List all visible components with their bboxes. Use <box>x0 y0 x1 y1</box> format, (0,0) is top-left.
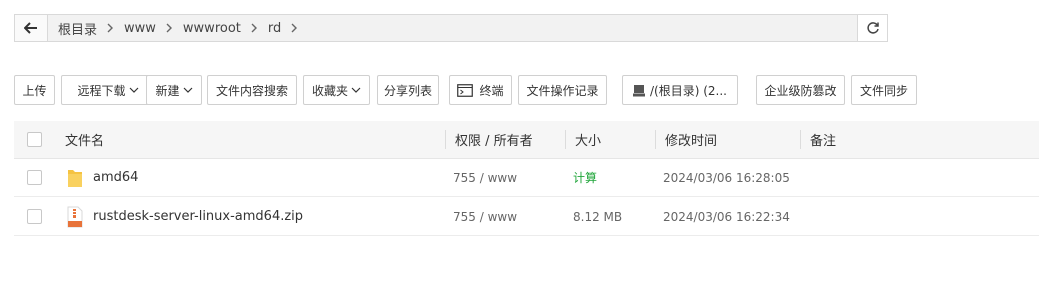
arrow-left-icon <box>24 22 37 34</box>
terminal-button[interactable]: 终端 <box>449 75 512 105</box>
remote-download-button[interactable]: 远程下载 <box>61 75 155 105</box>
content-search-button[interactable]: 文件内容搜索 <box>207 75 297 105</box>
file-name[interactable]: amd64 <box>93 158 138 197</box>
column-divider <box>445 130 446 149</box>
path-bar: 根目录 www wwwroot rd <box>14 14 888 42</box>
file-modified-time: 2024/03/06 16:22:34 <box>663 209 790 224</box>
column-header-size[interactable]: 大小 <box>575 121 601 158</box>
select-all-checkbox[interactable] <box>27 132 42 147</box>
breadcrumb-item-wwwroot[interactable]: wwwroot <box>183 21 241 36</box>
chevron-down-icon <box>129 87 139 93</box>
back-button[interactable] <box>15 15 48 41</box>
column-header-name[interactable]: 文件名 <box>65 121 104 158</box>
column-divider <box>565 130 566 149</box>
chevron-right-icon <box>166 23 173 33</box>
new-button[interactable]: 新建 <box>146 75 202 105</box>
zip-file-icon <box>66 197 84 236</box>
chevron-right-icon <box>107 23 114 33</box>
column-header-modified[interactable]: 修改时间 <box>665 121 717 158</box>
calculate-size-link[interactable]: 计算 <box>573 158 597 197</box>
chevron-down-icon <box>183 87 193 93</box>
file-log-button[interactable]: 文件操作记录 <box>518 75 607 105</box>
column-divider <box>655 130 656 149</box>
refresh-icon <box>866 22 879 34</box>
breadcrumb-item-rd[interactable]: rd <box>268 21 281 36</box>
chevron-down-icon <box>351 87 361 93</box>
file-permission[interactable]: 755 / www <box>453 197 517 236</box>
disk-icon <box>633 84 645 97</box>
row-checkbox[interactable] <box>27 170 42 185</box>
column-divider <box>800 130 801 149</box>
breadcrumb-item-root[interactable]: 根目录 <box>58 19 97 38</box>
file-name[interactable]: rustdesk-server-linux-amd64.zip <box>93 197 303 236</box>
terminal-icon <box>457 83 474 97</box>
table-row[interactable]: amd64 755 / www 计算 2024/03/06 16:28:05 <box>14 158 1039 197</box>
file-modified-time: 2024/03/06 16:28:05 <box>663 170 790 185</box>
upload-button[interactable]: 上传 <box>14 75 55 105</box>
breadcrumb-item-www[interactable]: www <box>124 21 156 36</box>
table-header: 文件名 权限 / 所有者 大小 修改时间 备注 <box>14 121 1039 159</box>
favorites-button[interactable]: 收藏夹 <box>303 75 370 105</box>
row-checkbox[interactable] <box>27 209 42 224</box>
chevron-right-icon[interactable] <box>291 23 298 33</box>
column-header-note: 备注 <box>810 134 837 149</box>
breadcrumb: 根目录 www wwwroot rd <box>48 15 857 41</box>
share-list-button[interactable]: 分享列表 <box>377 75 439 105</box>
tamper-protect-button[interactable]: 企业级防篡改 <box>756 75 845 105</box>
file-size: 8.12 MB <box>573 209 623 224</box>
file-sync-button[interactable]: 文件同步 <box>851 75 917 105</box>
table-row[interactable]: rustdesk-server-linux-amd64.zip 755 / ww… <box>14 197 1039 236</box>
refresh-button[interactable] <box>857 15 887 41</box>
column-header-permission[interactable]: 权限 / 所有者 <box>455 121 533 158</box>
disk-button[interactable]: /(根目录) (2... <box>622 75 738 105</box>
folder-icon <box>66 158 84 197</box>
chevron-right-icon <box>251 23 258 33</box>
file-permission[interactable]: 755 / www <box>453 158 517 197</box>
